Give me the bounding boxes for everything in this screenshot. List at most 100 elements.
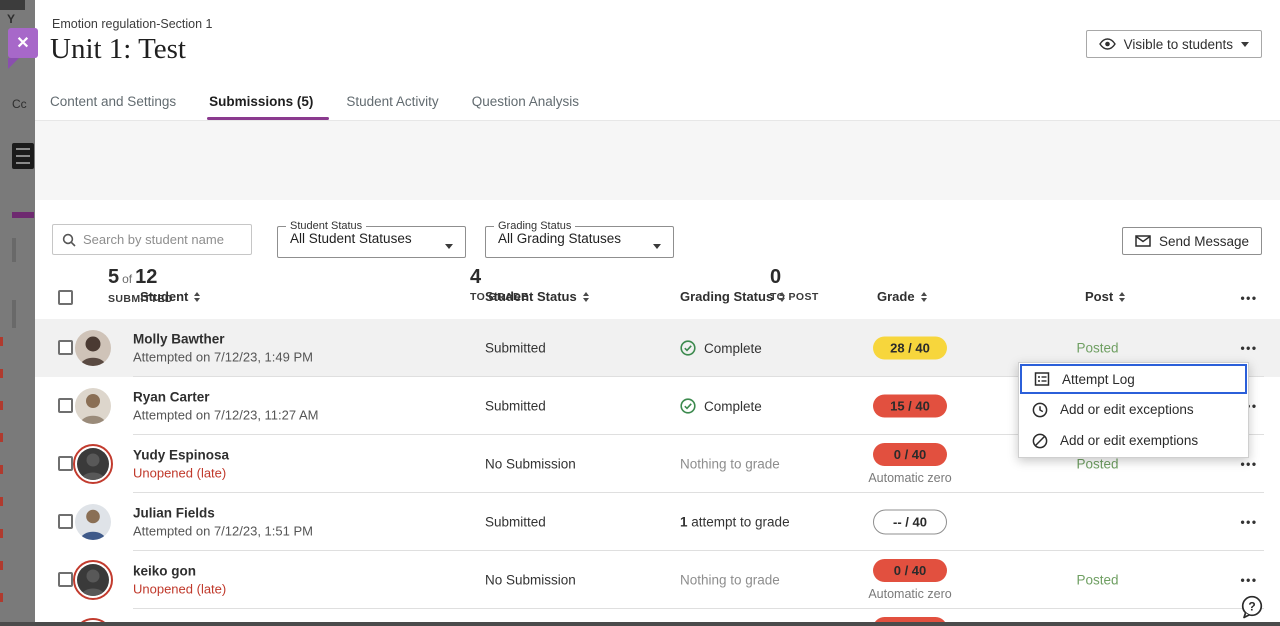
column-header-grading-status[interactable]: Grading Status (680, 289, 785, 304)
column-header-post[interactable]: Post (1085, 289, 1125, 304)
chevron-down-icon (653, 244, 661, 249)
dim-red-mark (0, 465, 3, 474)
envelope-icon (1135, 235, 1151, 247)
post-status[interactable]: Posted (1050, 341, 1145, 356)
student-name[interactable]: Julian Fields (133, 506, 313, 521)
menu-item-add-exceptions[interactable]: Add or edit exceptions (1020, 394, 1247, 425)
dim-red-mark (0, 433, 3, 442)
attempt-info: Attempted on 7/12/23, 1:51 PM (133, 524, 313, 539)
search-icon (62, 233, 76, 247)
avatar (75, 504, 111, 540)
tab-question-analysis[interactable]: Question Analysis (472, 90, 579, 120)
close-panel-button[interactable]: ✕ (8, 28, 38, 58)
tab-student-activity[interactable]: Student Activity (346, 90, 438, 120)
post-status[interactable]: Posted (1050, 457, 1145, 472)
table-row: keiko gon Unopened (late) No Submission … (35, 551, 1280, 609)
row-checkbox[interactable] (58, 514, 73, 529)
complete-check-icon (680, 340, 696, 356)
dim-purple-mark (12, 212, 34, 218)
help-button[interactable]: ? (1239, 594, 1265, 620)
dim-bar (12, 238, 16, 262)
close-icon: ✕ (16, 33, 29, 53)
table-row: Julian Fields Attempted on 7/12/23, 1:51… (35, 493, 1280, 551)
column-header-student[interactable]: Student (140, 289, 200, 304)
menu-item-attempt-log[interactable]: Attempt Log (1020, 364, 1247, 394)
dim-red-mark (0, 561, 3, 570)
row-checkbox[interactable] (58, 340, 73, 355)
post-status[interactable]: Posted (1050, 573, 1145, 588)
table-header: Student Student Status Grading Status Gr… (35, 285, 1280, 315)
row-checkbox[interactable] (58, 398, 73, 413)
chevron-down-icon (445, 244, 453, 249)
student-search (52, 224, 252, 255)
grade-pill[interactable]: -- / 40 (873, 510, 947, 535)
student-name[interactable]: Molly Bawther (133, 332, 313, 347)
dim-red-mark (0, 337, 3, 346)
select-all-checkbox[interactable] (58, 290, 73, 305)
attempt-info: Attempted on 7/12/23, 11:27 AM (133, 408, 319, 423)
dimmed-background-page: Y Cc (0, 0, 35, 626)
screen-bottom-edge (0, 622, 1280, 626)
table-overflow-menu[interactable]: ••• (1231, 291, 1267, 305)
grade-pill[interactable]: 0 / 40 (873, 443, 947, 466)
grade-pill[interactable]: 0 / 40 (873, 559, 947, 582)
student-name[interactable]: Ryan Carter (133, 390, 319, 405)
tab-bar: Content and Settings Submissions (5) Stu… (35, 90, 1280, 121)
search-input[interactable] (83, 232, 242, 247)
student-status-cell: No Submission (485, 457, 576, 472)
row-overflow-menu[interactable]: ••• (1231, 457, 1267, 471)
row-context-menu: Attempt Log Add or edit exceptions Add o… (1018, 362, 1249, 458)
attempt-info: Attempted on 7/12/23, 1:49 PM (133, 350, 313, 365)
grading-status-filter-value: All Grading Statuses (486, 231, 673, 246)
tab-content-and-settings[interactable]: Content and Settings (50, 90, 176, 120)
student-status-cell: Submitted (485, 515, 546, 530)
clock-icon (1032, 402, 1048, 418)
help-question-icon: ? (1239, 594, 1265, 620)
assessment-panel: Emotion regulation-Section 1 Unit 1: Tes… (35, 0, 1280, 622)
grade-cell: 0 / 40 Automatic zero (850, 559, 970, 601)
sort-icon (1119, 292, 1125, 302)
menu-item-add-exemptions[interactable]: Add or edit exemptions (1020, 425, 1247, 456)
avatar (75, 330, 111, 366)
student-name[interactable]: keiko gon (133, 564, 226, 579)
attempt-info: Unopened (late) (133, 466, 229, 481)
page-title: Unit 1: Test (50, 33, 186, 66)
table-row-partial (35, 609, 1280, 622)
dim-text-fragment: Y (7, 12, 15, 26)
dim-red-mark (0, 497, 3, 506)
course-name: Emotion regulation-Section 1 (52, 17, 213, 31)
svg-text:?: ? (1248, 600, 1255, 614)
grading-status-cell: 1 attempt to grade (680, 515, 790, 530)
close-button-tail (8, 58, 19, 69)
attempt-info: Unopened (late) (133, 582, 226, 597)
avatar (73, 560, 113, 600)
send-message-label: Send Message (1159, 234, 1249, 249)
sort-icon (779, 292, 785, 302)
grading-status-filter[interactable]: Grading Status All Grading Statuses (485, 220, 674, 258)
column-header-student-status[interactable]: Student Status (485, 289, 589, 304)
row-overflow-menu[interactable]: ••• (1231, 515, 1267, 529)
send-message-button[interactable]: Send Message (1122, 227, 1262, 255)
row-overflow-menu[interactable]: ••• (1231, 341, 1267, 355)
tab-submissions[interactable]: Submissions (5) (209, 90, 313, 120)
eye-icon (1099, 38, 1116, 50)
grade-cell: 28 / 40 (850, 337, 970, 360)
dim-red-mark (0, 529, 3, 538)
row-overflow-menu[interactable]: ••• (1231, 573, 1267, 587)
student-status-cell: Submitted (485, 399, 546, 414)
student-status-cell: Submitted (485, 341, 546, 356)
dim-red-mark (0, 593, 3, 602)
grading-status-cell: Nothing to grade (680, 573, 780, 588)
grade-pill[interactable]: 15 / 40 (873, 395, 947, 418)
grade-note: Automatic zero (850, 471, 970, 485)
dim-red-mark (0, 401, 3, 410)
student-status-filter-value: All Student Statuses (278, 231, 465, 246)
visibility-dropdown-button[interactable]: Visible to students (1086, 30, 1262, 58)
grade-pill[interactable]: 28 / 40 (873, 337, 947, 360)
column-header-grade[interactable]: Grade (877, 289, 927, 304)
student-status-filter[interactable]: Student Status All Student Statuses (277, 220, 466, 258)
row-checkbox[interactable] (58, 572, 73, 587)
row-checkbox[interactable] (58, 456, 73, 471)
student-name[interactable]: Yudy Espinosa (133, 448, 229, 463)
grade-note: Automatic zero (850, 587, 970, 601)
